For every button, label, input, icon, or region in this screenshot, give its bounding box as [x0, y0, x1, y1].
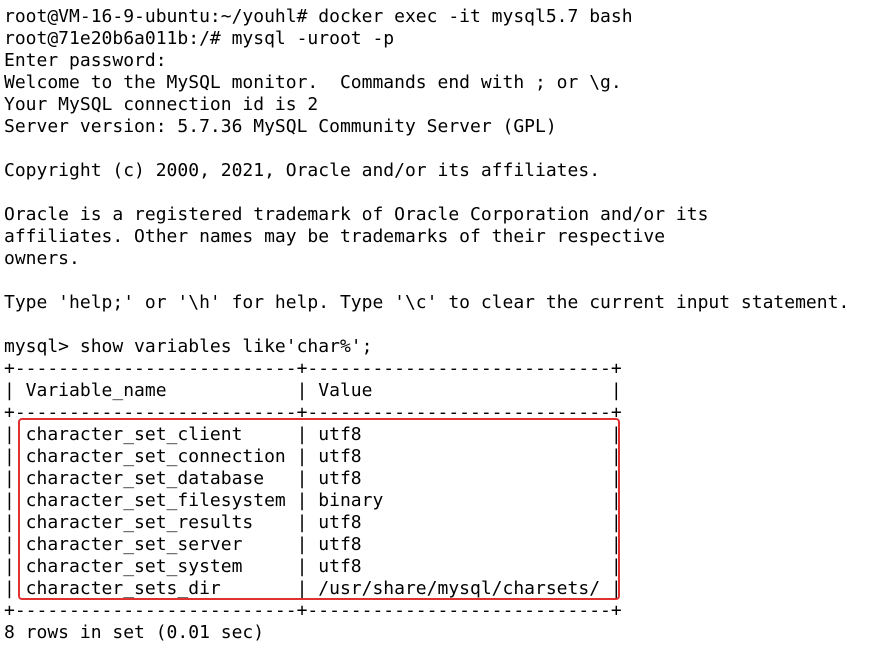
terminal-line: affiliates. Other names may be trademark…: [4, 226, 666, 247]
terminal-line: Welcome to the MySQL monitor. Commands e…: [4, 72, 622, 93]
table-row: | character_set_filesystem | binary |: [4, 490, 622, 511]
table-row: | character_set_server | utf8 |: [4, 534, 622, 555]
table-row: | character_set_database | utf8 |: [4, 468, 622, 489]
result-summary-line: 8 rows in set (0.01 sec): [4, 622, 265, 643]
terminal-line: Type 'help;' or '\h' for help. Type '\c'…: [4, 292, 850, 313]
table-border-line: +--------------------------+------------…: [4, 358, 622, 379]
table-header-row: | Variable_name | Value |: [4, 380, 622, 401]
terminal-line: root@71e20b6a011b:/# mysql -uroot -p: [4, 28, 395, 49]
terminal-line: root@VM-16-9-ubuntu:~/youhl# docker exec…: [4, 6, 633, 27]
terminal-line: owners.: [4, 248, 80, 269]
table-row: | character_set_system | utf8 |: [4, 556, 622, 577]
terminal-line: Copyright (c) 2000, 2021, Oracle and/or …: [4, 160, 601, 181]
terminal-window[interactable]: root@VM-16-9-ubuntu:~/youhl# docker exec…: [0, 0, 876, 648]
table-row: | character_set_connection | utf8 |: [4, 446, 622, 467]
mysql-prompt-line: mysql> show variables like'char%';: [4, 336, 373, 357]
table-row: | character_sets_dir | /usr/share/mysql/…: [4, 578, 622, 599]
terminal-line: Enter password:: [4, 50, 167, 71]
table-border-line: +--------------------------+------------…: [4, 600, 622, 621]
table-row: | character_set_client | utf8 |: [4, 424, 622, 445]
table-row: | character_set_results | utf8 |: [4, 512, 622, 533]
terminal-line: Oracle is a registered trademark of Orac…: [4, 204, 709, 225]
terminal-line: Your MySQL connection id is 2: [4, 94, 319, 115]
terminal-line: Server version: 5.7.36 MySQL Community S…: [4, 116, 557, 137]
table-border-line: +--------------------------+------------…: [4, 402, 622, 423]
